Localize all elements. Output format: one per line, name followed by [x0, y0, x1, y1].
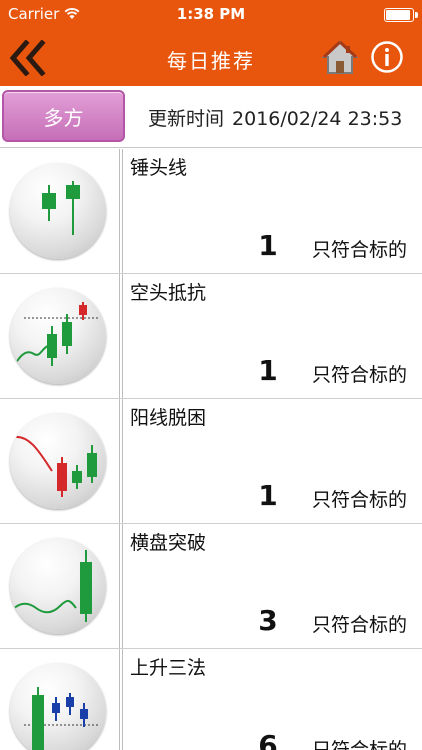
info-icon: [371, 41, 403, 73]
bear-resistance-pattern-icon: [10, 288, 106, 384]
list-item[interactable]: 横盘突破 3 只符合标的: [0, 524, 422, 649]
match-desc: 只符合标的: [312, 239, 408, 261]
match-desc: 只符合标的: [312, 739, 408, 750]
update-label: 更新时间: [148, 108, 225, 130]
home-icon: [321, 40, 359, 74]
match-count: 3: [258, 604, 278, 637]
rising-three-methods-pattern-icon: [10, 663, 106, 750]
status-bar: Carrier 1:38 PM: [0, 0, 422, 30]
update-value: 2016/02/24 23:53: [232, 108, 403, 130]
breakout-pattern-icon: [10, 538, 106, 634]
bullish-escape-pattern-icon: [10, 413, 106, 509]
pattern-thumbnail: [0, 274, 120, 398]
battery-icon: [384, 8, 418, 22]
pattern-name: 阳线脱困: [130, 407, 207, 429]
pattern-thumbnail: [0, 649, 120, 750]
match-count: 1: [258, 479, 278, 512]
list-item[interactable]: 空头抵抗 1 只符合标的: [0, 274, 422, 399]
filter-header: 多方 更新时间 2016/02/24 23:53: [0, 86, 422, 148]
match-desc: 只符合标的: [312, 489, 408, 511]
home-button[interactable]: [320, 38, 360, 78]
list-item[interactable]: 锤头线 1 只符合标的: [0, 149, 422, 274]
pattern-name: 锤头线: [130, 157, 188, 179]
pattern-thumbnail: [0, 149, 120, 273]
status-time: 1:38 PM: [176, 5, 246, 23]
update-time: 更新时间 2016/02/24 23:53: [148, 104, 402, 131]
list-item[interactable]: 阳线脱困 1 只符合标的: [0, 399, 422, 524]
match-count: 1: [258, 229, 278, 262]
match-desc: 只符合标的: [312, 614, 408, 636]
info-button[interactable]: [370, 40, 404, 74]
match-count: 1: [258, 354, 278, 387]
match-desc: 只符合标的: [312, 364, 408, 386]
pattern-name: 上升三法: [130, 657, 207, 679]
pattern-name: 空头抵抗: [130, 282, 207, 304]
tab-long[interactable]: 多方: [2, 90, 125, 142]
pattern-thumbnail: [0, 524, 120, 648]
pattern-list: 锤头线 1 只符合标的 空头抵抗 1 只符合标的 阳线脱困 1 只符合标的 横盘…: [0, 149, 422, 750]
pattern-thumbnail: [0, 399, 120, 523]
match-count: 6: [258, 729, 278, 750]
list-item[interactable]: 上升三法 6 只符合标的: [0, 649, 422, 750]
pattern-name: 横盘突破: [130, 532, 207, 554]
hammer-pattern-icon: [10, 163, 106, 259]
nav-bar: 每日推荐: [0, 30, 422, 86]
